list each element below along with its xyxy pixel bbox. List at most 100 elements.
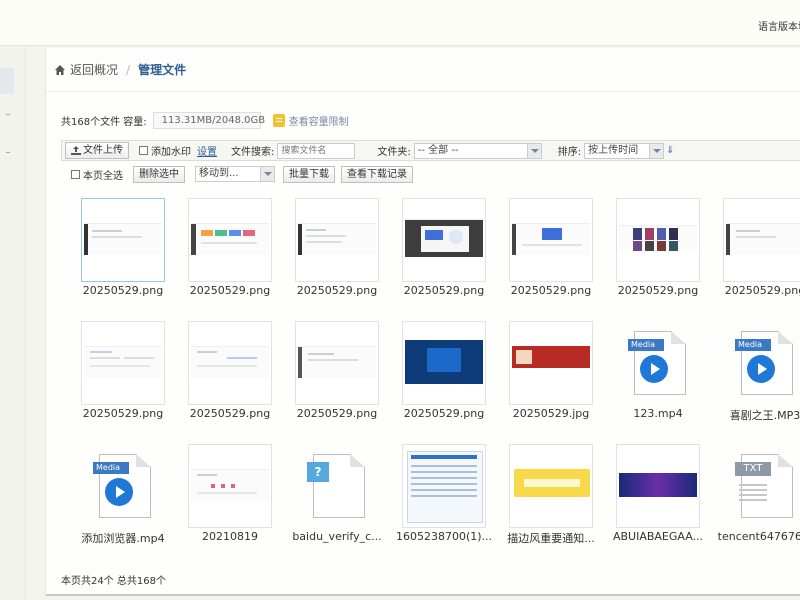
breadcrumb: 返回概况 / 管理文件 — [46, 48, 800, 92]
watermark-label: 添加水印 — [151, 147, 191, 158]
file-thumbnail[interactable] — [188, 321, 272, 405]
screenshot-thumbnail — [84, 346, 162, 378]
folder-select-value: -- 全部 -- — [417, 144, 459, 156]
file-thumbnail[interactable] — [402, 444, 486, 528]
file-thumbnail[interactable]: Media — [616, 321, 700, 405]
watermark-checkbox[interactable] — [139, 146, 148, 155]
file-tile[interactable]: 20250529.png — [188, 321, 298, 431]
file-manager-panel: 返回概况 / 管理文件 共168个文件 容量: 113.31MB/2048.0G… — [45, 48, 800, 596]
file-thumbnail[interactable] — [81, 321, 165, 405]
file-tile[interactable]: 20250529.png — [402, 198, 512, 308]
media-badge: Media — [93, 462, 129, 474]
language-switch-link[interactable]: 语言版本切换 — [758, 18, 800, 33]
screenshot-thumbnail — [191, 346, 269, 378]
file-tile[interactable]: 20250529.png — [188, 198, 298, 308]
txt-badge: TXT — [735, 462, 771, 476]
watermark-setting-link[interactable]: 设置 — [197, 143, 217, 158]
file-thumbnail[interactable]: Media — [723, 321, 800, 405]
page-count: 本页共24个 总共168个 — [61, 576, 166, 587]
screenshot-thumbnail — [512, 223, 590, 255]
sidebar-active-item[interactable] — [0, 68, 14, 94]
doc-header-line — [411, 455, 477, 459]
select-all-checkbox[interactable] — [71, 169, 80, 179]
file-thumbnail[interactable] — [616, 444, 700, 528]
screenshot-thumbnail — [298, 223, 376, 255]
file-thumbnail[interactable] — [509, 198, 593, 282]
file-thumbnail[interactable] — [295, 198, 379, 282]
file-tile[interactable]: ? baidu_verify_c... — [292, 444, 405, 554]
file-thumbnail[interactable] — [188, 444, 272, 528]
file-thumbnail[interactable] — [509, 321, 593, 405]
top-bar: 语言版本切换 — [0, 0, 800, 46]
file-tile[interactable]: 1605238700(1)... — [396, 444, 512, 554]
file-name: 20250529.png — [189, 284, 271, 297]
media-badge: Media — [735, 339, 771, 351]
file-tile[interactable]: 20210819 — [188, 444, 298, 554]
delete-selected-button[interactable]: 删除选中 — [133, 165, 185, 183]
file-thumbnail[interactable] — [509, 444, 593, 528]
file-tile[interactable]: ABUIABAEGAA... — [613, 444, 726, 554]
notice-text-bar — [524, 479, 580, 487]
breadcrumb-back-link[interactable]: 返回概况 — [70, 61, 118, 78]
file-tile[interactable]: Media 喜剧之王.MP3 — [723, 321, 800, 431]
sort-select[interactable]: 按上传时间 — [584, 142, 665, 159]
play-icon — [640, 355, 668, 383]
file-tile[interactable]: 20250529.png — [81, 198, 191, 308]
file-tile[interactable]: 20250529.png — [295, 198, 405, 308]
file-thumbnail[interactable] — [616, 198, 700, 282]
folder-select[interactable]: -- 全部 -- — [413, 142, 542, 159]
view-quota-limit-link[interactable]: 查看容量限制 — [272, 113, 349, 128]
file-thumbnail[interactable] — [295, 321, 379, 405]
search-label: 文件搜索: — [231, 147, 275, 158]
file-toolbar: 文件上传 添加水印 设置 文件搜索: 文件夹: -- 全部 -- 排序: 按上传… — [61, 140, 800, 161]
file-name: 20250529.png — [724, 284, 800, 297]
file-thumbnail[interactable] — [402, 321, 486, 405]
text-lines-icon — [739, 484, 767, 486]
file-thumbnail[interactable]: ? — [295, 444, 379, 528]
file-tile[interactable]: Media 添加浏览器.mp4 — [81, 444, 191, 554]
file-thumbnail[interactable] — [723, 198, 800, 282]
file-tile[interactable]: 20250529.png — [402, 321, 512, 431]
screenshot-thumbnail — [405, 219, 483, 257]
media-badge: Media — [628, 339, 664, 351]
doc-text-lines — [411, 465, 477, 467]
file-name: 20250529.png — [82, 407, 164, 420]
storage-usage: 113.31MB/2048.0GB — [152, 111, 265, 129]
search-input[interactable] — [277, 142, 356, 159]
move-to-select[interactable]: 移动到... — [195, 166, 275, 182]
file-name: ABUIABAEGAA... — [612, 530, 704, 543]
storage-quota: 共168个文件 容量: 113.31MB/2048.0GB 查看容量限制 — [61, 111, 349, 129]
chevron-down-icon — [260, 167, 274, 181]
file-tile[interactable]: 20250529.png — [295, 321, 405, 431]
bottom-divider — [46, 594, 800, 596]
file-name: 20250529.png — [403, 407, 485, 420]
document-screenshot — [407, 451, 483, 523]
file-thumbnail[interactable]: TXT — [723, 444, 800, 528]
file-tile[interactable]: 描边风重要通知... — [507, 444, 619, 554]
batch-download-button[interactable]: 批量下载 — [283, 165, 335, 183]
file-thumbnail[interactable] — [81, 198, 165, 282]
file-thumbnail[interactable] — [188, 198, 272, 282]
file-tile[interactable]: TXT tencent647676... — [718, 444, 800, 554]
file-thumbnail[interactable]: Media — [81, 444, 165, 528]
chevron-down-icon — [649, 143, 664, 158]
file-name: 20250529.png — [296, 407, 378, 420]
file-tile[interactable]: 20250529.jpg — [509, 321, 619, 431]
double-chevron-down-icon[interactable]: ⇓ — [666, 145, 674, 156]
file-tile[interactable]: 20250529.png — [81, 321, 191, 431]
file-name: 20250529.png — [617, 284, 699, 297]
file-tile[interactable]: Media 123.mp4 — [616, 321, 726, 431]
file-name: 20250529.png — [82, 284, 164, 297]
file-name: 20250529.png — [510, 284, 592, 297]
question-badge: ? — [307, 462, 329, 482]
chevron-down-icon — [526, 143, 541, 158]
upload-button[interactable]: 文件上传 — [65, 142, 129, 159]
file-tile[interactable]: 20250529.png — [616, 198, 726, 308]
play-icon — [105, 478, 133, 506]
file-tile[interactable]: 20250529.png — [509, 198, 619, 308]
file-name: 20250529.jpg — [512, 407, 590, 420]
file-name: 添加浏览器.mp4 — [81, 532, 165, 545]
download-history-button[interactable]: 查看下载记录 — [341, 165, 413, 183]
file-thumbnail[interactable] — [402, 198, 486, 282]
file-tile[interactable]: 20250529.png — [723, 198, 800, 308]
